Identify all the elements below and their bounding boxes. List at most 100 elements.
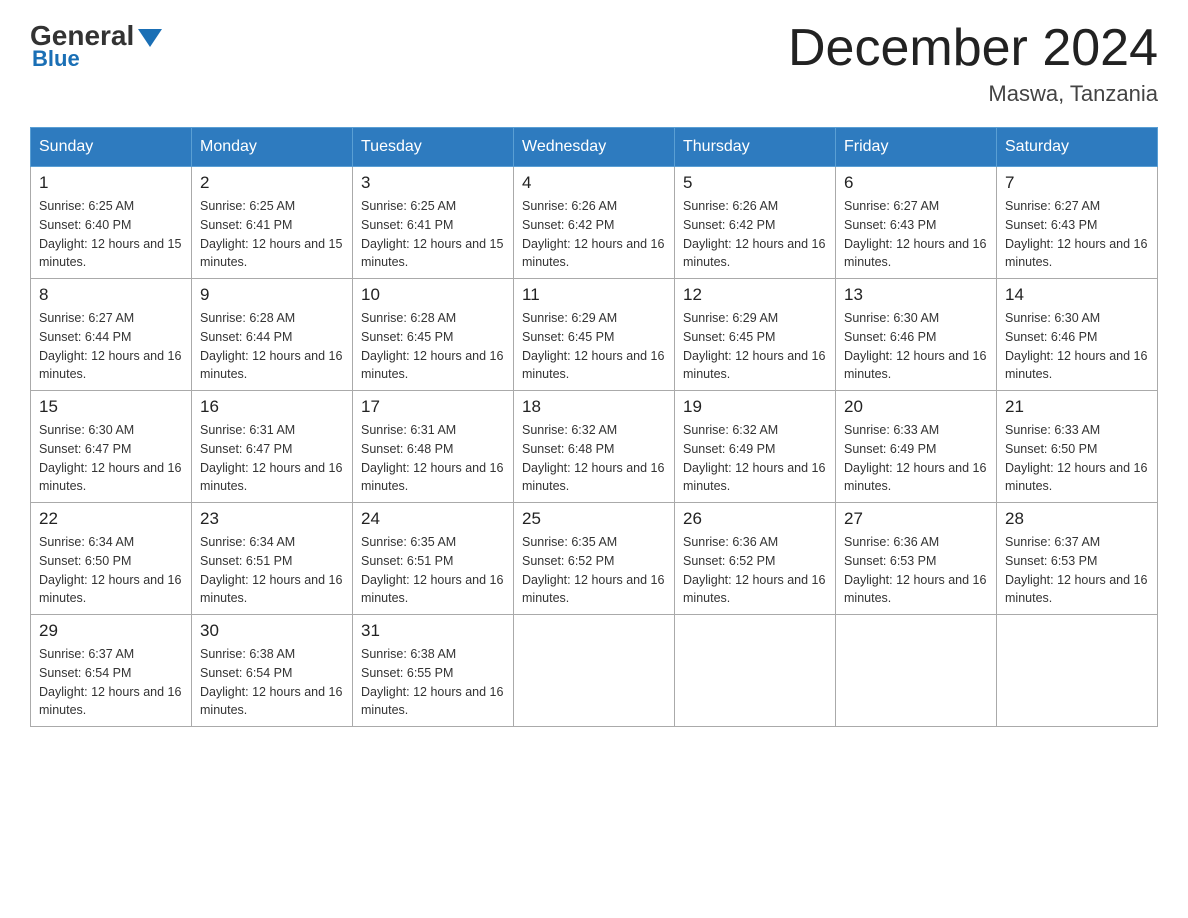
day-info: Sunrise: 6:30 AM Sunset: 6:47 PM Dayligh… [39,421,183,496]
calendar-cell: 2 Sunrise: 6:25 AM Sunset: 6:41 PM Dayli… [192,167,353,279]
calendar-cell [836,615,997,727]
day-info: Sunrise: 6:28 AM Sunset: 6:45 PM Dayligh… [361,309,505,384]
calendar-header-friday: Friday [836,128,997,167]
day-info: Sunrise: 6:37 AM Sunset: 6:53 PM Dayligh… [1005,533,1149,608]
location-subtitle: Maswa, Tanzania [788,81,1158,107]
day-number: 5 [683,173,827,193]
day-info: Sunrise: 6:32 AM Sunset: 6:49 PM Dayligh… [683,421,827,496]
day-info: Sunrise: 6:32 AM Sunset: 6:48 PM Dayligh… [522,421,666,496]
day-info: Sunrise: 6:34 AM Sunset: 6:50 PM Dayligh… [39,533,183,608]
month-title: December 2024 [788,20,1158,77]
day-number: 17 [361,397,505,417]
day-number: 16 [200,397,344,417]
calendar-cell: 7 Sunrise: 6:27 AM Sunset: 6:43 PM Dayli… [997,167,1158,279]
calendar-week-row: 8 Sunrise: 6:27 AM Sunset: 6:44 PM Dayli… [31,279,1158,391]
logo-blue-text: Blue [32,46,80,72]
day-number: 29 [39,621,183,641]
day-info: Sunrise: 6:28 AM Sunset: 6:44 PM Dayligh… [200,309,344,384]
calendar-cell: 6 Sunrise: 6:27 AM Sunset: 6:43 PM Dayli… [836,167,997,279]
logo: General Blue [30,20,162,72]
day-info: Sunrise: 6:29 AM Sunset: 6:45 PM Dayligh… [683,309,827,384]
calendar-week-row: 29 Sunrise: 6:37 AM Sunset: 6:54 PM Dayl… [31,615,1158,727]
day-info: Sunrise: 6:27 AM Sunset: 6:43 PM Dayligh… [844,197,988,272]
day-info: Sunrise: 6:30 AM Sunset: 6:46 PM Dayligh… [1005,309,1149,384]
day-number: 6 [844,173,988,193]
calendar-cell: 14 Sunrise: 6:30 AM Sunset: 6:46 PM Dayl… [997,279,1158,391]
day-number: 13 [844,285,988,305]
calendar-cell: 24 Sunrise: 6:35 AM Sunset: 6:51 PM Dayl… [353,503,514,615]
day-info: Sunrise: 6:25 AM Sunset: 6:41 PM Dayligh… [200,197,344,272]
calendar-cell: 19 Sunrise: 6:32 AM Sunset: 6:49 PM Dayl… [675,391,836,503]
day-info: Sunrise: 6:27 AM Sunset: 6:43 PM Dayligh… [1005,197,1149,272]
calendar-cell: 8 Sunrise: 6:27 AM Sunset: 6:44 PM Dayli… [31,279,192,391]
day-number: 10 [361,285,505,305]
day-number: 8 [39,285,183,305]
day-number: 20 [844,397,988,417]
day-number: 27 [844,509,988,529]
calendar-cell: 11 Sunrise: 6:29 AM Sunset: 6:45 PM Dayl… [514,279,675,391]
title-area: December 2024 Maswa, Tanzania [788,20,1158,107]
day-info: Sunrise: 6:31 AM Sunset: 6:47 PM Dayligh… [200,421,344,496]
day-info: Sunrise: 6:34 AM Sunset: 6:51 PM Dayligh… [200,533,344,608]
calendar-header-thursday: Thursday [675,128,836,167]
calendar-cell: 3 Sunrise: 6:25 AM Sunset: 6:41 PM Dayli… [353,167,514,279]
day-info: Sunrise: 6:26 AM Sunset: 6:42 PM Dayligh… [683,197,827,272]
day-number: 22 [39,509,183,529]
day-number: 24 [361,509,505,529]
day-info: Sunrise: 6:26 AM Sunset: 6:42 PM Dayligh… [522,197,666,272]
day-number: 21 [1005,397,1149,417]
day-number: 1 [39,173,183,193]
calendar-header-wednesday: Wednesday [514,128,675,167]
day-info: Sunrise: 6:27 AM Sunset: 6:44 PM Dayligh… [39,309,183,384]
day-number: 25 [522,509,666,529]
calendar-cell: 27 Sunrise: 6:36 AM Sunset: 6:53 PM Dayl… [836,503,997,615]
calendar-cell: 28 Sunrise: 6:37 AM Sunset: 6:53 PM Dayl… [997,503,1158,615]
calendar-cell: 25 Sunrise: 6:35 AM Sunset: 6:52 PM Dayl… [514,503,675,615]
calendar-cell: 10 Sunrise: 6:28 AM Sunset: 6:45 PM Dayl… [353,279,514,391]
day-number: 3 [361,173,505,193]
calendar-cell: 17 Sunrise: 6:31 AM Sunset: 6:48 PM Dayl… [353,391,514,503]
calendar-cell: 31 Sunrise: 6:38 AM Sunset: 6:55 PM Dayl… [353,615,514,727]
day-number: 28 [1005,509,1149,529]
calendar-cell: 15 Sunrise: 6:30 AM Sunset: 6:47 PM Dayl… [31,391,192,503]
day-info: Sunrise: 6:37 AM Sunset: 6:54 PM Dayligh… [39,645,183,720]
calendar-header-saturday: Saturday [997,128,1158,167]
calendar-cell: 9 Sunrise: 6:28 AM Sunset: 6:44 PM Dayli… [192,279,353,391]
day-info: Sunrise: 6:31 AM Sunset: 6:48 PM Dayligh… [361,421,505,496]
day-number: 31 [361,621,505,641]
calendar-cell: 30 Sunrise: 6:38 AM Sunset: 6:54 PM Dayl… [192,615,353,727]
calendar-cell: 16 Sunrise: 6:31 AM Sunset: 6:47 PM Dayl… [192,391,353,503]
day-number: 15 [39,397,183,417]
calendar-cell [997,615,1158,727]
calendar-cell [514,615,675,727]
day-info: Sunrise: 6:29 AM Sunset: 6:45 PM Dayligh… [522,309,666,384]
calendar-header-monday: Monday [192,128,353,167]
page-header: General Blue December 2024 Maswa, Tanzan… [30,20,1158,107]
day-number: 23 [200,509,344,529]
day-number: 18 [522,397,666,417]
day-info: Sunrise: 6:35 AM Sunset: 6:52 PM Dayligh… [522,533,666,608]
calendar-cell: 1 Sunrise: 6:25 AM Sunset: 6:40 PM Dayli… [31,167,192,279]
day-number: 7 [1005,173,1149,193]
day-number: 30 [200,621,344,641]
calendar-week-row: 22 Sunrise: 6:34 AM Sunset: 6:50 PM Dayl… [31,503,1158,615]
calendar-cell: 13 Sunrise: 6:30 AM Sunset: 6:46 PM Dayl… [836,279,997,391]
day-number: 9 [200,285,344,305]
calendar-cell: 22 Sunrise: 6:34 AM Sunset: 6:50 PM Dayl… [31,503,192,615]
calendar-header-row: SundayMondayTuesdayWednesdayThursdayFrid… [31,128,1158,167]
calendar-cell: 4 Sunrise: 6:26 AM Sunset: 6:42 PM Dayli… [514,167,675,279]
calendar-cell: 18 Sunrise: 6:32 AM Sunset: 6:48 PM Dayl… [514,391,675,503]
day-number: 11 [522,285,666,305]
day-info: Sunrise: 6:25 AM Sunset: 6:40 PM Dayligh… [39,197,183,272]
day-number: 26 [683,509,827,529]
calendar-cell: 26 Sunrise: 6:36 AM Sunset: 6:52 PM Dayl… [675,503,836,615]
day-info: Sunrise: 6:25 AM Sunset: 6:41 PM Dayligh… [361,197,505,272]
calendar-cell: 12 Sunrise: 6:29 AM Sunset: 6:45 PM Dayl… [675,279,836,391]
day-info: Sunrise: 6:35 AM Sunset: 6:51 PM Dayligh… [361,533,505,608]
calendar-cell: 29 Sunrise: 6:37 AM Sunset: 6:54 PM Dayl… [31,615,192,727]
calendar-cell: 23 Sunrise: 6:34 AM Sunset: 6:51 PM Dayl… [192,503,353,615]
day-info: Sunrise: 6:30 AM Sunset: 6:46 PM Dayligh… [844,309,988,384]
day-info: Sunrise: 6:36 AM Sunset: 6:53 PM Dayligh… [844,533,988,608]
day-number: 12 [683,285,827,305]
day-info: Sunrise: 6:33 AM Sunset: 6:49 PM Dayligh… [844,421,988,496]
